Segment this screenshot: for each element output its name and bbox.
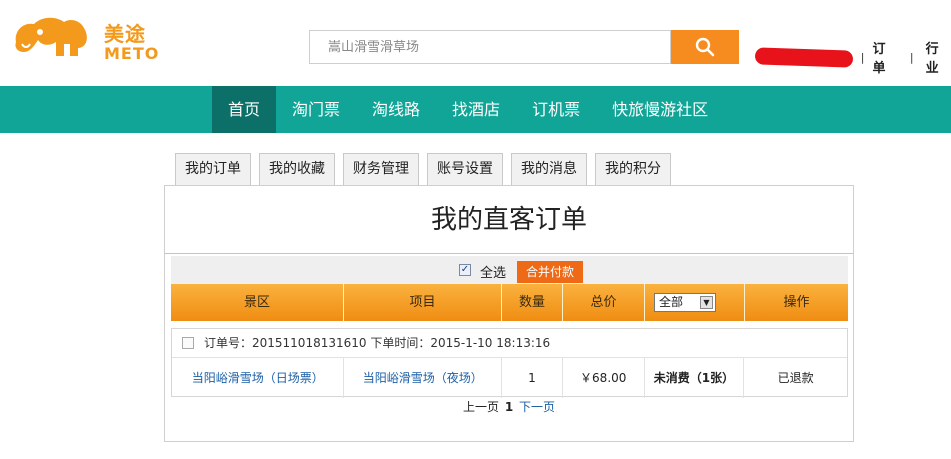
current-page: 1: [504, 400, 514, 414]
search-icon: [695, 37, 715, 57]
nav-item-hotels[interactable]: 找酒店: [436, 86, 516, 133]
table-header: 景区 项目 数量 总价 全部 ▼ 操作: [171, 284, 848, 321]
separator: |: [860, 50, 865, 64]
brand-name-cn: 美途: [104, 22, 146, 46]
scenic-link[interactable]: 当阳峪滑雪场（日场票）: [192, 371, 324, 385]
select-all-label: 全选: [480, 266, 507, 281]
header-quantity: 数量: [502, 284, 563, 321]
nav-item-flights[interactable]: 订机票: [516, 86, 596, 133]
search-bar: [309, 30, 739, 64]
header: 美途 METO | 订单 | 行业: [0, 0, 951, 86]
cell-scenic: 当阳峪滑雪场（日场票）: [172, 358, 345, 398]
order-header: 订单号：201511018131610 下单时间：2015-1-10 18:13…: [172, 329, 847, 357]
tab-messages[interactable]: 我的消息: [511, 153, 587, 185]
account-tabs: 我的订单 我的收藏 财务管理 账号设置 我的消息 我的积分: [175, 153, 679, 185]
order-number-time: 订单号：201511018131610 下单时间：2015-1-10 18:13…: [204, 336, 551, 350]
next-page-link[interactable]: 下一页: [519, 400, 555, 414]
prev-page-text: 上一页: [462, 400, 499, 414]
cell-price: ￥68.00: [563, 358, 645, 398]
orders-link[interactable]: 订单: [872, 38, 897, 76]
brand-logo[interactable]: 美途 METO: [12, 12, 172, 64]
industry-link[interactable]: 行业: [926, 38, 951, 76]
nav-item-routes[interactable]: 淘线路: [356, 86, 436, 133]
tab-account-settings[interactable]: 账号设置: [427, 153, 503, 185]
chevron-down-icon: ▼: [700, 296, 713, 309]
tab-my-orders[interactable]: 我的订单: [175, 153, 251, 185]
header-action: 操作: [783, 295, 810, 310]
tab-points[interactable]: 我的积分: [595, 153, 671, 185]
pagination: 上一页 1 下一页: [165, 398, 853, 415]
item-link[interactable]: 当阳峪滑雪场（夜场）: [363, 371, 483, 385]
orders-panel: 我的直客订单 ✓ 全选 合并付款 景区 项目 数量 总价 全部 ▼ 操作 订单号…: [164, 185, 854, 442]
nav-item-home[interactable]: 首页: [212, 86, 277, 133]
header-status-filter: 全部 ▼: [645, 284, 745, 321]
cell-item: 当阳峪滑雪场（夜场）: [344, 358, 503, 398]
nav-item-community[interactable]: 快旅慢游社区: [596, 86, 724, 133]
user-bar: | 订单 | 行业: [754, 38, 951, 76]
cell-status: 未消费（1张）: [645, 358, 745, 398]
merge-pay-button[interactable]: 合并付款: [517, 261, 583, 283]
header-price: 总价: [563, 284, 645, 321]
cell-quantity: 1: [502, 358, 563, 398]
redacted-username: [754, 46, 853, 68]
header-scenic: 景区: [171, 284, 344, 321]
select-all-checkbox[interactable]: ✓: [459, 264, 471, 276]
brand-name-en: METO: [104, 44, 160, 63]
separator: |: [909, 50, 914, 64]
page-title: 我的直客订单: [165, 186, 853, 254]
main-nav: 首页 淘门票 淘线路 找酒店 订机票 快旅慢游社区: [0, 86, 951, 133]
search-input[interactable]: [309, 30, 671, 64]
table-row: 当阳峪滑雪场（日场票） 当阳峪滑雪场（夜场） 1 ￥68.00 未消费（1张） …: [172, 357, 847, 398]
order-checkbox[interactable]: [182, 337, 194, 349]
cell-action: 已退款: [777, 371, 814, 385]
tab-finance[interactable]: 财务管理: [343, 153, 419, 185]
nav-item-tickets[interactable]: 淘门票: [276, 86, 356, 133]
elephant-logo-icon: [15, 17, 87, 56]
status-filter-select[interactable]: 全部 ▼: [654, 293, 716, 312]
search-button[interactable]: [671, 30, 739, 64]
status-filter-value: 全部: [659, 295, 684, 309]
header-item: 项目: [344, 284, 502, 321]
select-all-bar: ✓ 全选 合并付款: [171, 256, 848, 284]
order-card: 订单号：201511018131610 下单时间：2015-1-10 18:13…: [171, 328, 848, 398]
tab-favorites[interactable]: 我的收藏: [259, 153, 335, 185]
